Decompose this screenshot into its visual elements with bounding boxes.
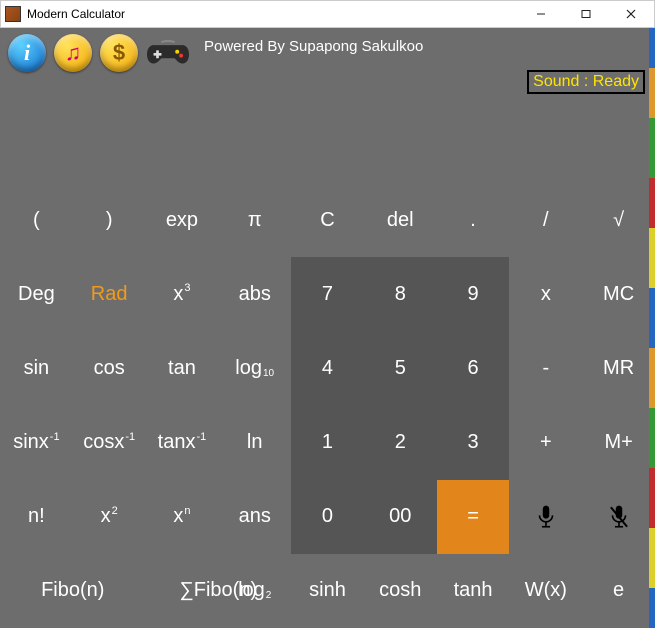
key-x-power-n[interactable]: xn (146, 480, 219, 554)
key-rad[interactable]: Rad (73, 257, 146, 331)
window-title: Modern Calculator (27, 7, 125, 21)
music-button[interactable]: ♫ (54, 34, 92, 72)
key-x-cubed[interactable]: x3 (146, 257, 219, 331)
key-decimal[interactable]: . (437, 183, 510, 257)
key-1[interactable]: 1 (291, 405, 364, 479)
key-clear[interactable]: C (291, 183, 364, 257)
mic-off-icon (609, 504, 629, 530)
key-deg[interactable]: Deg (0, 257, 73, 331)
app-body: i ♫ $ Powered By Supapong Sakulkoo Sound… (0, 28, 655, 628)
key-0[interactable]: 0 (291, 480, 364, 554)
key-mic-on[interactable] (509, 480, 582, 554)
gamepad-icon (147, 37, 189, 69)
key-multiply[interactable]: x (509, 257, 582, 331)
key-divide[interactable]: / (509, 183, 582, 257)
credit-text: Powered By Supapong Sakulkoo (198, 34, 423, 55)
key-00[interactable]: 00 (364, 480, 437, 554)
key-cos[interactable]: cos (73, 331, 146, 405)
key-sin[interactable]: sin (0, 331, 73, 405)
key-fibonacci[interactable]: Fibo(n) (0, 554, 146, 628)
key-exp[interactable]: exp (146, 183, 219, 257)
key-5[interactable]: 5 (364, 331, 437, 405)
sound-status-badge: Sound : Ready (527, 70, 645, 94)
key-ans[interactable]: ans (218, 480, 291, 554)
key-sinh[interactable]: sinh (291, 554, 364, 628)
key-2[interactable]: 2 (364, 405, 437, 479)
key-sqrt[interactable]: √ (582, 183, 655, 257)
key-add[interactable]: + (509, 405, 582, 479)
key-tan[interactable]: tan (146, 331, 219, 405)
key-memory-recall[interactable]: MR (582, 331, 655, 405)
minimize-button[interactable] (518, 1, 563, 27)
mic-icon (536, 504, 556, 530)
key-e[interactable]: e (582, 554, 655, 628)
info-icon: i (24, 40, 30, 66)
key-arccos[interactable]: cosx-1 (73, 405, 146, 479)
key-left-paren[interactable]: ( (0, 183, 73, 257)
key-delete[interactable]: del (364, 183, 437, 257)
key-equals[interactable]: = (437, 480, 510, 554)
window-titlebar: Modern Calculator (0, 0, 655, 28)
key-ln[interactable]: ln (218, 405, 291, 479)
coin-button[interactable]: $ (100, 34, 138, 72)
music-icon: ♫ (65, 40, 82, 66)
key-subtract[interactable]: - (509, 331, 582, 405)
key-7[interactable]: 7 (291, 257, 364, 331)
key-9[interactable]: 9 (437, 257, 510, 331)
key-tanh[interactable]: tanh (437, 554, 510, 628)
key-cosh[interactable]: cosh (364, 554, 437, 628)
app-icon (5, 6, 21, 22)
key-factorial[interactable]: n! (0, 480, 73, 554)
key-4[interactable]: 4 (291, 331, 364, 405)
key-6[interactable]: 6 (437, 331, 510, 405)
dollar-icon: $ (113, 40, 125, 66)
key-arcsin[interactable]: sinx-1 (0, 405, 73, 479)
maximize-button[interactable] (563, 1, 608, 27)
gamepad-button[interactable] (146, 34, 190, 72)
key-8[interactable]: 8 (364, 257, 437, 331)
key-memory-add[interactable]: M+ (582, 405, 655, 479)
key-lambert-w[interactable]: W(x) (509, 554, 582, 628)
key-arctan[interactable]: tanx-1 (146, 405, 219, 479)
key-mic-off[interactable] (582, 480, 655, 554)
close-button[interactable] (608, 1, 654, 27)
key-right-paren[interactable]: ) (73, 183, 146, 257)
info-button[interactable]: i (8, 34, 46, 72)
key-memory-clear[interactable]: MC (582, 257, 655, 331)
key-3[interactable]: 3 (437, 405, 510, 479)
key-sum-fibonacci[interactable]: ∑Fibo(n) (146, 554, 292, 628)
key-log10[interactable]: log10 (218, 331, 291, 405)
key-x-squared[interactable]: x2 (73, 480, 146, 554)
key-pi[interactable]: π (218, 183, 291, 257)
key-abs[interactable]: abs (218, 257, 291, 331)
